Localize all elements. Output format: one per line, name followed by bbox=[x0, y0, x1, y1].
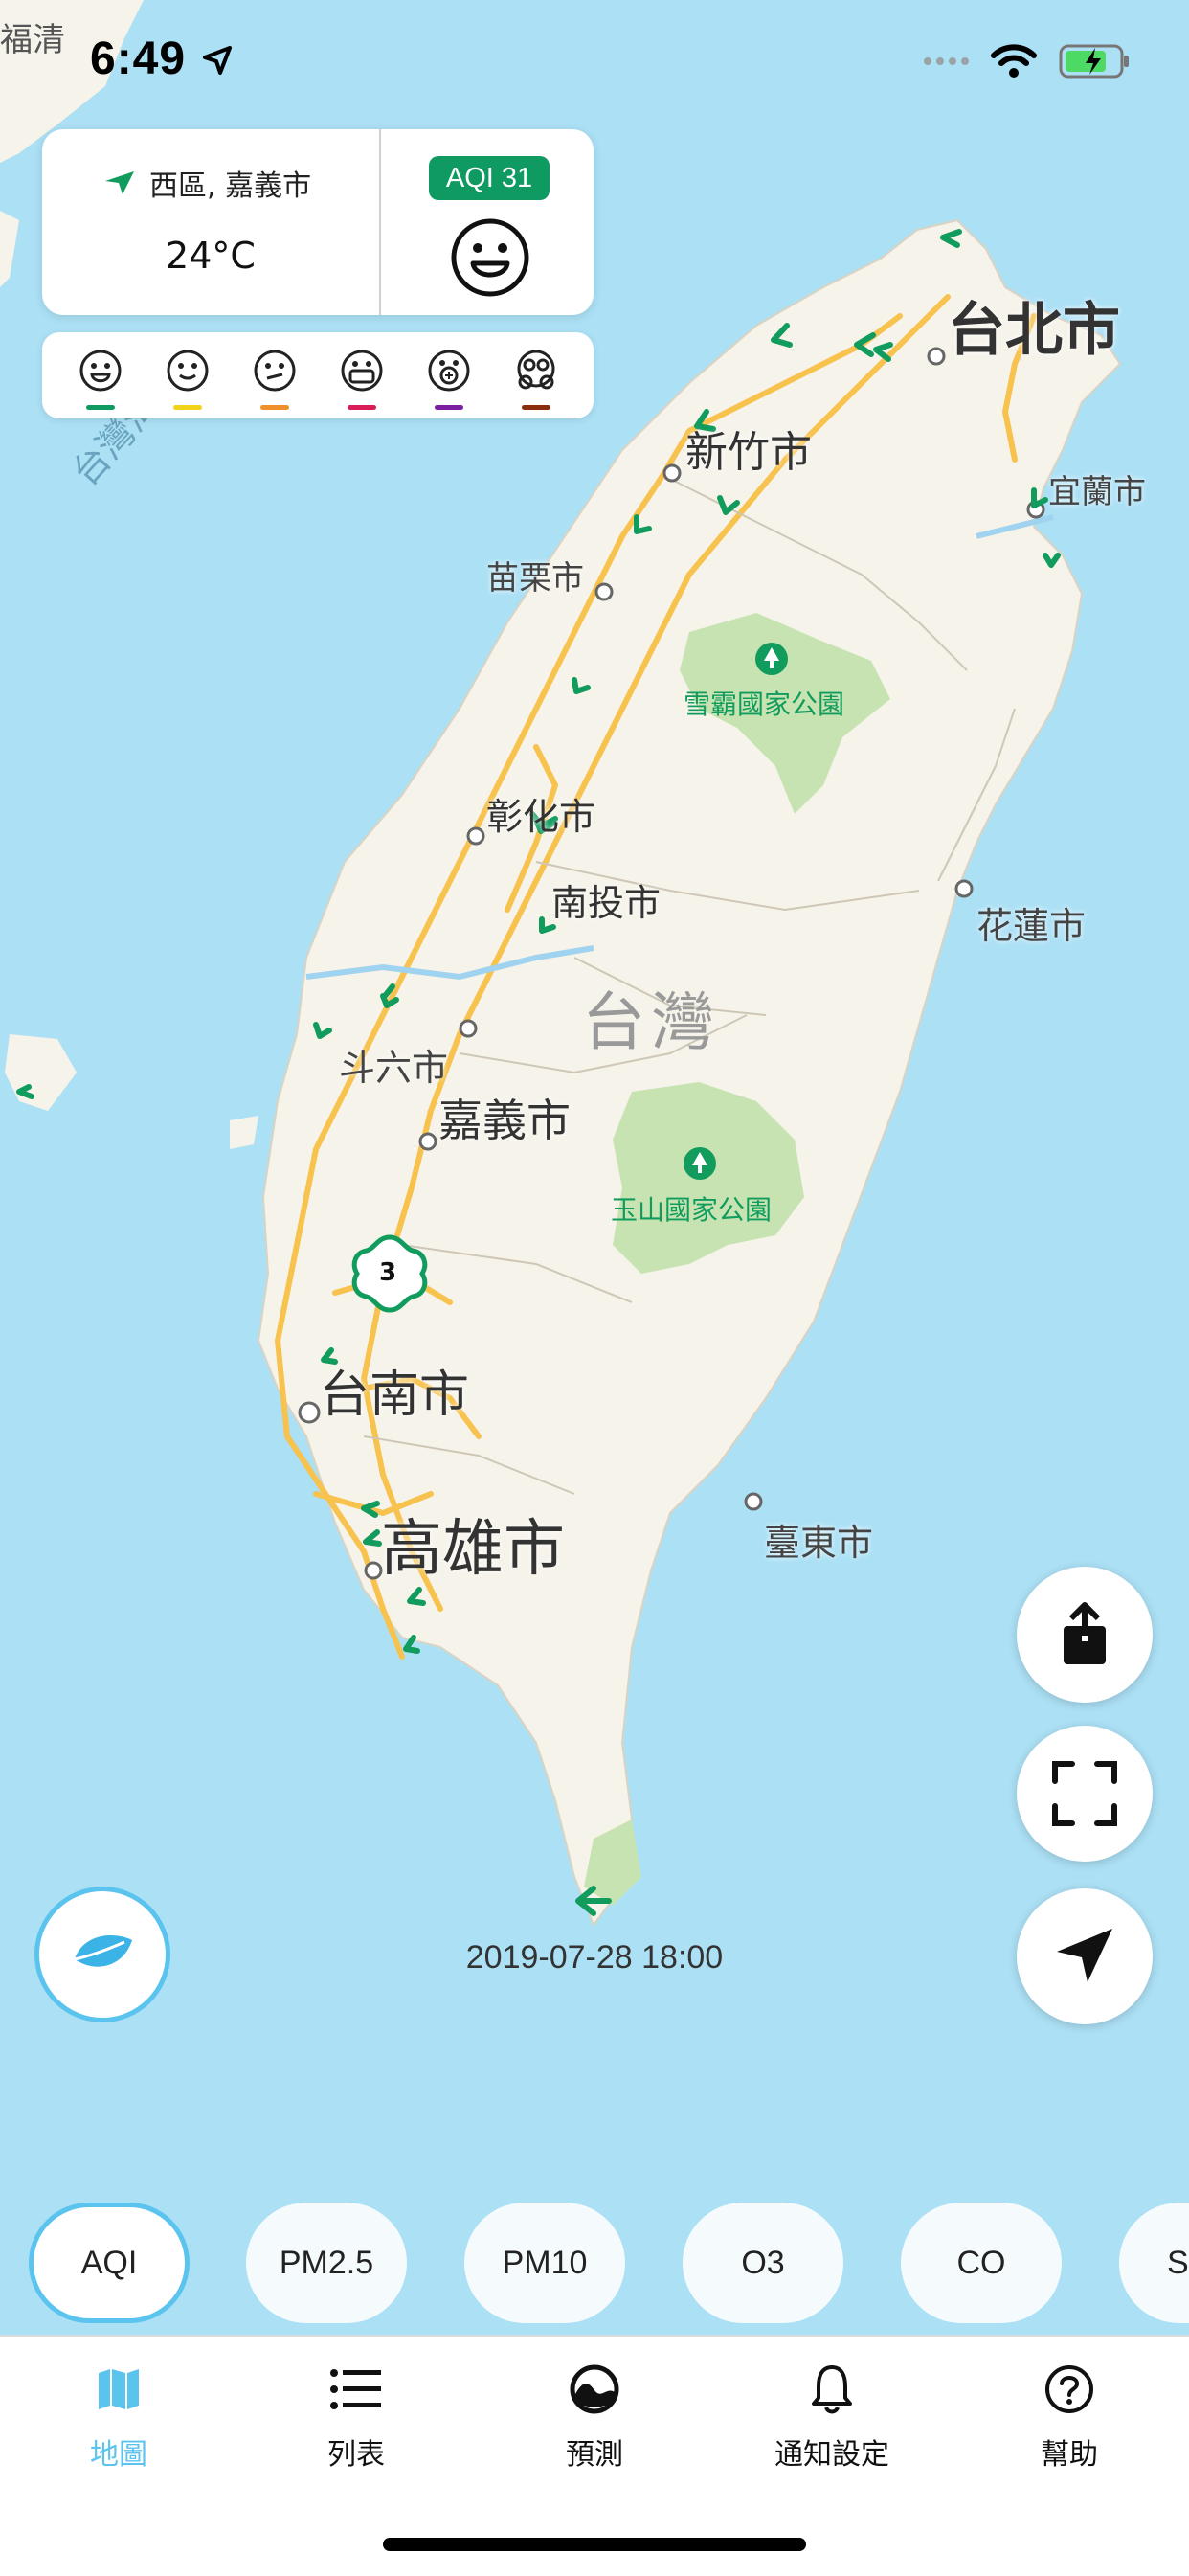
legend-bar-moderate bbox=[173, 405, 202, 410]
map-label-kaohsiung[interactable]: 高雄市 bbox=[381, 1500, 565, 1588]
pill-so2[interactable]: SO2 bbox=[1119, 2203, 1189, 2323]
map-label-tainan[interactable]: 台南市 bbox=[320, 1354, 469, 1426]
face-moderate-icon bbox=[167, 350, 209, 392]
face-respirator-icon bbox=[428, 350, 470, 392]
data-timestamp: 2019-07-28 18:00 bbox=[465, 1939, 724, 1976]
tab-list-label: 列表 bbox=[327, 2438, 385, 2472]
fullscreen-icon bbox=[1052, 1761, 1117, 1826]
map-label-chiayi[interactable]: 嘉義市 bbox=[438, 1086, 571, 1149]
tab-map-label: 地圖 bbox=[90, 2438, 147, 2472]
fullscreen-button[interactable] bbox=[1017, 1726, 1153, 1862]
tab-forecast-label: 預測 bbox=[566, 2438, 623, 2472]
cluster-count[interactable]: 3 bbox=[379, 1258, 396, 1287]
location-services-icon bbox=[203, 46, 232, 75]
share-icon bbox=[1064, 1602, 1106, 1664]
current-location-name: 西區, 嘉義市 bbox=[149, 169, 312, 203]
face-mask-icon bbox=[341, 350, 383, 392]
bell-icon bbox=[812, 2365, 852, 2414]
map-label-changhua[interactable]: 彰化市 bbox=[486, 787, 595, 840]
pill-aqi[interactable]: AQI bbox=[29, 2203, 190, 2323]
map-label-shei-pa-park: 雪霸國家公園 bbox=[684, 689, 845, 720]
map-icon bbox=[99, 2369, 139, 2409]
map-label-nantou[interactable]: 南投市 bbox=[551, 873, 661, 926]
map-label-taiwan: 台灣 bbox=[582, 985, 720, 1059]
card-divider bbox=[379, 129, 381, 315]
home-indicator bbox=[383, 2538, 806, 2551]
face-good-icon bbox=[451, 218, 529, 297]
map-label-fuqing: 福清 bbox=[0, 21, 65, 59]
map-label-hsinchu[interactable]: 新竹市 bbox=[685, 418, 812, 479]
aqi-badge: AQI 31 bbox=[429, 156, 550, 200]
face-sensitive-icon bbox=[254, 350, 296, 392]
map-label-douliu[interactable]: 斗六市 bbox=[339, 1038, 448, 1091]
legend-unhealthy[interactable] bbox=[333, 344, 391, 411]
tab-forecast[interactable]: 預測 bbox=[508, 2356, 681, 2473]
pill-o3[interactable]: O3 bbox=[683, 2203, 843, 2323]
tab-help-label: 幫助 bbox=[1041, 2438, 1098, 2472]
aqi-legend[interactable] bbox=[42, 332, 594, 418]
face-gasmask-icon bbox=[517, 350, 555, 390]
legend-hazardous[interactable] bbox=[507, 344, 565, 411]
cellular-signal-icon bbox=[924, 57, 969, 65]
pill-pm25[interactable]: PM2.5 bbox=[246, 2203, 407, 2323]
legend-bar-sensitive bbox=[260, 405, 289, 410]
legend-good[interactable] bbox=[72, 344, 129, 411]
current-location-card[interactable]: 西區, 嘉義市 24°C AQI 31 bbox=[42, 129, 594, 315]
battery-charging-icon bbox=[1059, 44, 1129, 79]
tab-map[interactable]: 地圖 bbox=[33, 2356, 205, 2473]
tab-notifications[interactable]: 通知設定 bbox=[746, 2356, 918, 2473]
legend-sensitive[interactable] bbox=[246, 344, 303, 411]
map-label-miaoli[interactable]: 苗栗市 bbox=[486, 552, 584, 599]
help-icon bbox=[1045, 2365, 1093, 2413]
pollutant-selector[interactable]: AQI PM2.5 PM10 O3 CO SO2 bbox=[0, 2203, 1189, 2327]
forecast-icon bbox=[570, 2364, 619, 2414]
legend-bar-very-unhealthy bbox=[435, 405, 463, 410]
tab-help[interactable]: 幫助 bbox=[983, 2356, 1155, 2473]
tab-list[interactable]: 列表 bbox=[270, 2356, 442, 2473]
map-label-yilan[interactable]: 宜蘭市 bbox=[1048, 465, 1146, 512]
temperature: 24°C bbox=[166, 235, 256, 277]
pill-pm10[interactable]: PM10 bbox=[464, 2203, 625, 2323]
face-good-icon bbox=[79, 350, 122, 392]
share-button[interactable] bbox=[1017, 1567, 1153, 1703]
legend-bar-hazardous bbox=[522, 405, 550, 410]
tab-notifications-label: 通知設定 bbox=[774, 2438, 889, 2472]
map-label-taitung[interactable]: 臺東市 bbox=[764, 1513, 873, 1566]
legend-moderate[interactable] bbox=[159, 344, 216, 411]
wifi-icon bbox=[991, 44, 1037, 78]
pill-co[interactable]: CO bbox=[901, 2203, 1062, 2323]
location-arrow-icon bbox=[105, 171, 134, 194]
legend-very-unhealthy[interactable] bbox=[420, 344, 478, 411]
status-time: 6:49 bbox=[90, 34, 187, 84]
list-icon bbox=[330, 2369, 381, 2409]
map-label-yushan-park: 玉山國家公園 bbox=[611, 1194, 773, 1226]
map-label-taipei[interactable]: 台北市 bbox=[948, 283, 1120, 367]
legend-bar-unhealthy bbox=[348, 405, 376, 410]
legend-bar-good bbox=[86, 405, 115, 410]
map-label-hualien[interactable]: 花蓮市 bbox=[976, 896, 1086, 949]
